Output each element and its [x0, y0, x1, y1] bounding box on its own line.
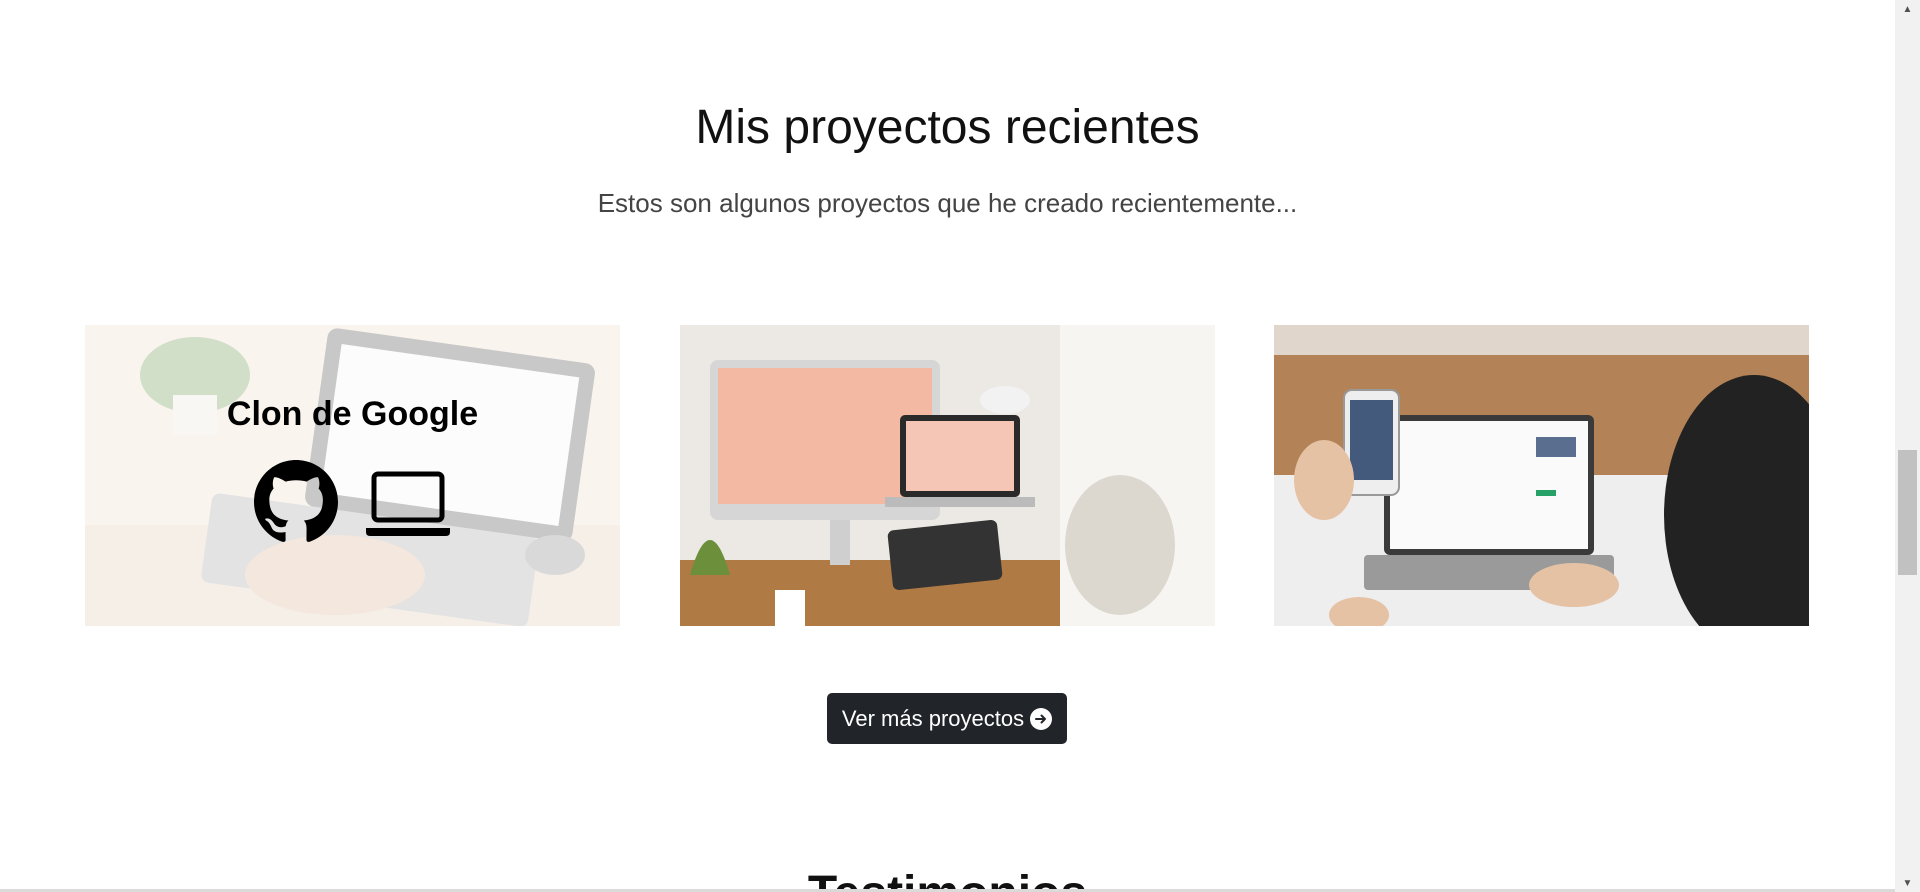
arrow-right-circle-icon — [1030, 707, 1053, 730]
more-projects-label: Ver más proyectos — [841, 705, 1025, 731]
project-links — [85, 460, 620, 549]
project-image-responsive-devices — [680, 325, 1215, 626]
projects-section: Mis proyectos recientes Estos son alguno… — [0, 0, 1895, 892]
project-card-google-clone[interactable]: Clon de Google — [85, 325, 620, 626]
project-card-2[interactable] — [680, 325, 1215, 626]
github-icon[interactable] — [253, 460, 338, 549]
scroll-down-icon[interactable]: ▼ — [1895, 874, 1920, 892]
section-title: Mis proyectos recientes — [695, 101, 1200, 154]
scroll-up-icon[interactable]: ▲ — [1895, 0, 1920, 18]
project-image-phone-and-laptop — [1274, 325, 1809, 626]
page: Mis proyectos recientes Estos son alguno… — [0, 0, 1920, 892]
section-subtitle: Estos son algunos proyectos que he cread… — [597, 188, 1298, 218]
laptop-icon[interactable] — [364, 460, 452, 549]
project-caption: Clon de Google — [226, 395, 479, 433]
vertical-scrollbar[interactable]: ▲ ▼ — [1895, 0, 1920, 892]
scroll-thumb[interactable] — [1898, 450, 1917, 575]
project-card-3[interactable] — [1274, 325, 1809, 626]
more-projects-button[interactable]: Ver más proyectos — [827, 693, 1067, 744]
